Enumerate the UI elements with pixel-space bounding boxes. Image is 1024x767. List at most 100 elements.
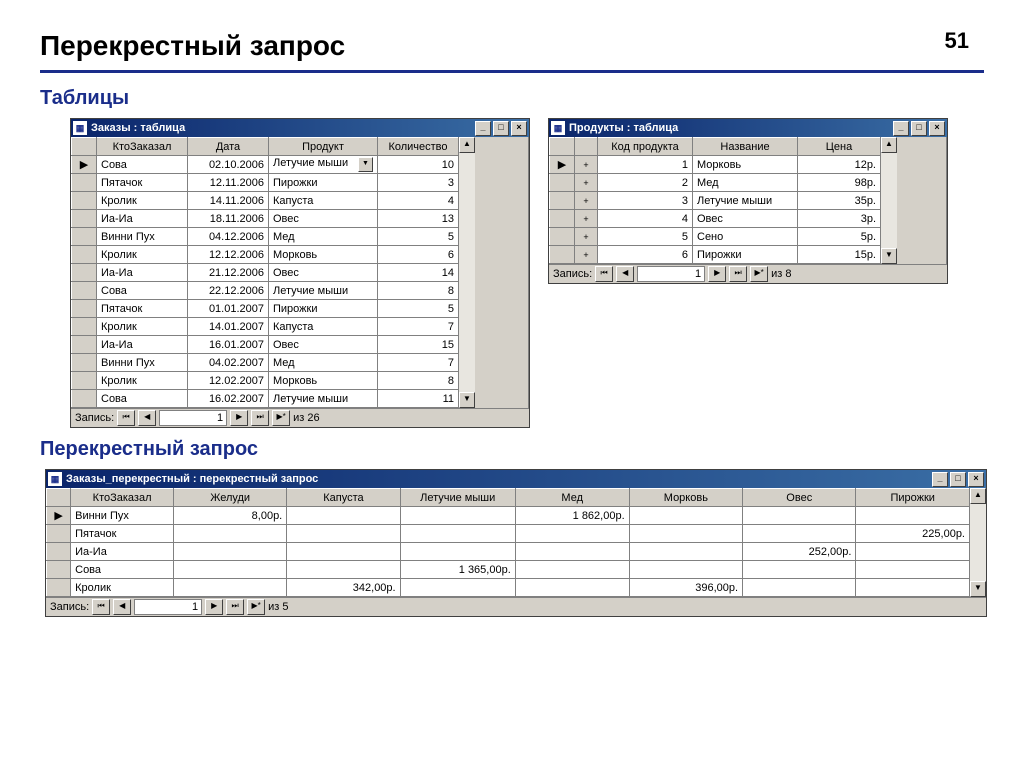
- cell[interactable]: 11: [378, 390, 459, 408]
- table-row[interactable]: ▶+1Морковь12р.: [550, 156, 881, 174]
- table-row[interactable]: Иа-Иа21.12.2006Овес14: [72, 264, 459, 282]
- table-row[interactable]: Пятачок225,00р.: [47, 525, 970, 543]
- cell[interactable]: [174, 579, 287, 597]
- cell[interactable]: [400, 579, 515, 597]
- cell[interactable]: [515, 525, 629, 543]
- scroll-down-button[interactable]: ▼: [970, 581, 986, 597]
- cell[interactable]: Сова: [97, 156, 188, 174]
- table-row[interactable]: Иа-Иа252,00р.: [47, 543, 970, 561]
- vertical-scrollbar[interactable]: ▲ ▼: [459, 137, 475, 408]
- record-number-input[interactable]: 1: [159, 410, 227, 426]
- cell[interactable]: 12р.: [798, 156, 881, 174]
- cell[interactable]: Сено: [693, 228, 798, 246]
- orders-titlebar[interactable]: ▦ Заказы : таблица _ □ ×: [71, 119, 529, 137]
- cell[interactable]: Овес: [269, 336, 378, 354]
- cell[interactable]: [743, 579, 856, 597]
- cell[interactable]: Кролик: [97, 192, 188, 210]
- crosstab-grid[interactable]: КтоЗаказалЖелудиКапустаЛетучие мышиМедМо…: [46, 488, 970, 597]
- cell[interactable]: [856, 543, 970, 561]
- expand-button[interactable]: +: [575, 192, 598, 210]
- cell[interactable]: Кролик: [97, 372, 188, 390]
- cell[interactable]: Морковь: [269, 372, 378, 390]
- table-row[interactable]: Пятачок01.01.2007Пирожки5: [72, 300, 459, 318]
- cell[interactable]: 04.02.2007: [188, 354, 269, 372]
- cell[interactable]: Пирожки: [693, 246, 798, 264]
- table-row[interactable]: Пятачок12.11.2006Пирожки3: [72, 174, 459, 192]
- table-row[interactable]: +5Сено5р.: [550, 228, 881, 246]
- scroll-up-button[interactable]: ▲: [881, 137, 897, 153]
- table-row[interactable]: Винни Пух04.02.2007Мед7: [72, 354, 459, 372]
- table-row[interactable]: ▶Сова02.10.2006Летучие мыши▼10: [72, 156, 459, 174]
- table-row[interactable]: Сова22.12.2006Летучие мыши8: [72, 282, 459, 300]
- close-button[interactable]: ×: [511, 121, 527, 136]
- cell[interactable]: [400, 507, 515, 525]
- table-row[interactable]: Кролик14.01.2007Капуста7: [72, 318, 459, 336]
- cell[interactable]: 35р.: [798, 192, 881, 210]
- maximize-button[interactable]: □: [950, 472, 966, 487]
- table-row[interactable]: Винни Пух04.12.2006Мед5: [72, 228, 459, 246]
- cell[interactable]: Пятачок: [71, 525, 174, 543]
- cell[interactable]: Летучие мыши: [269, 390, 378, 408]
- cell[interactable]: [856, 579, 970, 597]
- cell[interactable]: [856, 561, 970, 579]
- cell[interactable]: Летучие мыши▼: [269, 156, 378, 174]
- nav-last-button[interactable]: ⏭: [226, 599, 244, 615]
- nav-last-button[interactable]: ⏭: [251, 410, 269, 426]
- table-row[interactable]: ▶Винни Пух8,00р.1 862,00р.: [47, 507, 970, 525]
- cell[interactable]: 18.11.2006: [188, 210, 269, 228]
- cell[interactable]: 01.01.2007: [188, 300, 269, 318]
- cell[interactable]: [400, 525, 515, 543]
- record-number-input[interactable]: 1: [637, 266, 705, 282]
- cell[interactable]: 5: [378, 228, 459, 246]
- table-row[interactable]: +2Мед98р.: [550, 174, 881, 192]
- column-header[interactable]: Количество: [378, 138, 459, 156]
- nav-first-button[interactable]: ⏮: [595, 266, 613, 282]
- nav-next-button[interactable]: ▶: [230, 410, 248, 426]
- cell[interactable]: Пирожки: [269, 300, 378, 318]
- cell[interactable]: [515, 579, 629, 597]
- cell[interactable]: 16.02.2007: [188, 390, 269, 408]
- cell[interactable]: [629, 525, 742, 543]
- cell[interactable]: 8,00р.: [174, 507, 287, 525]
- cell[interactable]: 21.12.2006: [188, 264, 269, 282]
- column-header[interactable]: Пирожки: [856, 489, 970, 507]
- cell[interactable]: Иа-Иа: [97, 210, 188, 228]
- nav-prev-button[interactable]: ◀: [113, 599, 131, 615]
- cell[interactable]: [629, 507, 742, 525]
- minimize-button[interactable]: _: [893, 121, 909, 136]
- expand-button[interactable]: +: [575, 246, 598, 264]
- cell[interactable]: [287, 543, 400, 561]
- products-grid[interactable]: Код продуктаНазваниеЦена▶+1Морковь12р.+2…: [549, 137, 881, 264]
- table-row[interactable]: +3Летучие мыши35р.: [550, 192, 881, 210]
- cell[interactable]: 14: [378, 264, 459, 282]
- nav-new-button[interactable]: ▶*: [750, 266, 768, 282]
- cell[interactable]: Иа-Иа: [97, 336, 188, 354]
- minimize-button[interactable]: _: [932, 472, 948, 487]
- cell[interactable]: [743, 507, 856, 525]
- orders-grid[interactable]: КтоЗаказалДатаПродуктКоличество▶Сова02.1…: [71, 137, 459, 408]
- cell[interactable]: 4: [378, 192, 459, 210]
- cell[interactable]: Винни Пух: [97, 354, 188, 372]
- cell[interactable]: Капуста: [269, 192, 378, 210]
- cell[interactable]: [174, 525, 287, 543]
- cell[interactable]: Овес: [693, 210, 798, 228]
- expand-button[interactable]: +: [575, 156, 598, 174]
- cell[interactable]: 8: [378, 282, 459, 300]
- scroll-up-button[interactable]: ▲: [459, 137, 475, 153]
- cell[interactable]: 8: [378, 372, 459, 390]
- cell[interactable]: 98р.: [798, 174, 881, 192]
- cell[interactable]: 5: [598, 228, 693, 246]
- cell[interactable]: Пирожки: [269, 174, 378, 192]
- column-header[interactable]: КтоЗаказал: [71, 489, 174, 507]
- cell[interactable]: 5р.: [798, 228, 881, 246]
- cell[interactable]: 3: [378, 174, 459, 192]
- cell[interactable]: 1 365,00р.: [400, 561, 515, 579]
- cell[interactable]: [629, 543, 742, 561]
- table-row[interactable]: Иа-Иа18.11.2006Овес13: [72, 210, 459, 228]
- cell[interactable]: [629, 561, 742, 579]
- cell[interactable]: 7: [378, 318, 459, 336]
- cell[interactable]: [174, 561, 287, 579]
- column-header[interactable]: Мед: [515, 489, 629, 507]
- nav-new-button[interactable]: ▶*: [247, 599, 265, 615]
- table-row[interactable]: Кролик14.11.2006Капуста4: [72, 192, 459, 210]
